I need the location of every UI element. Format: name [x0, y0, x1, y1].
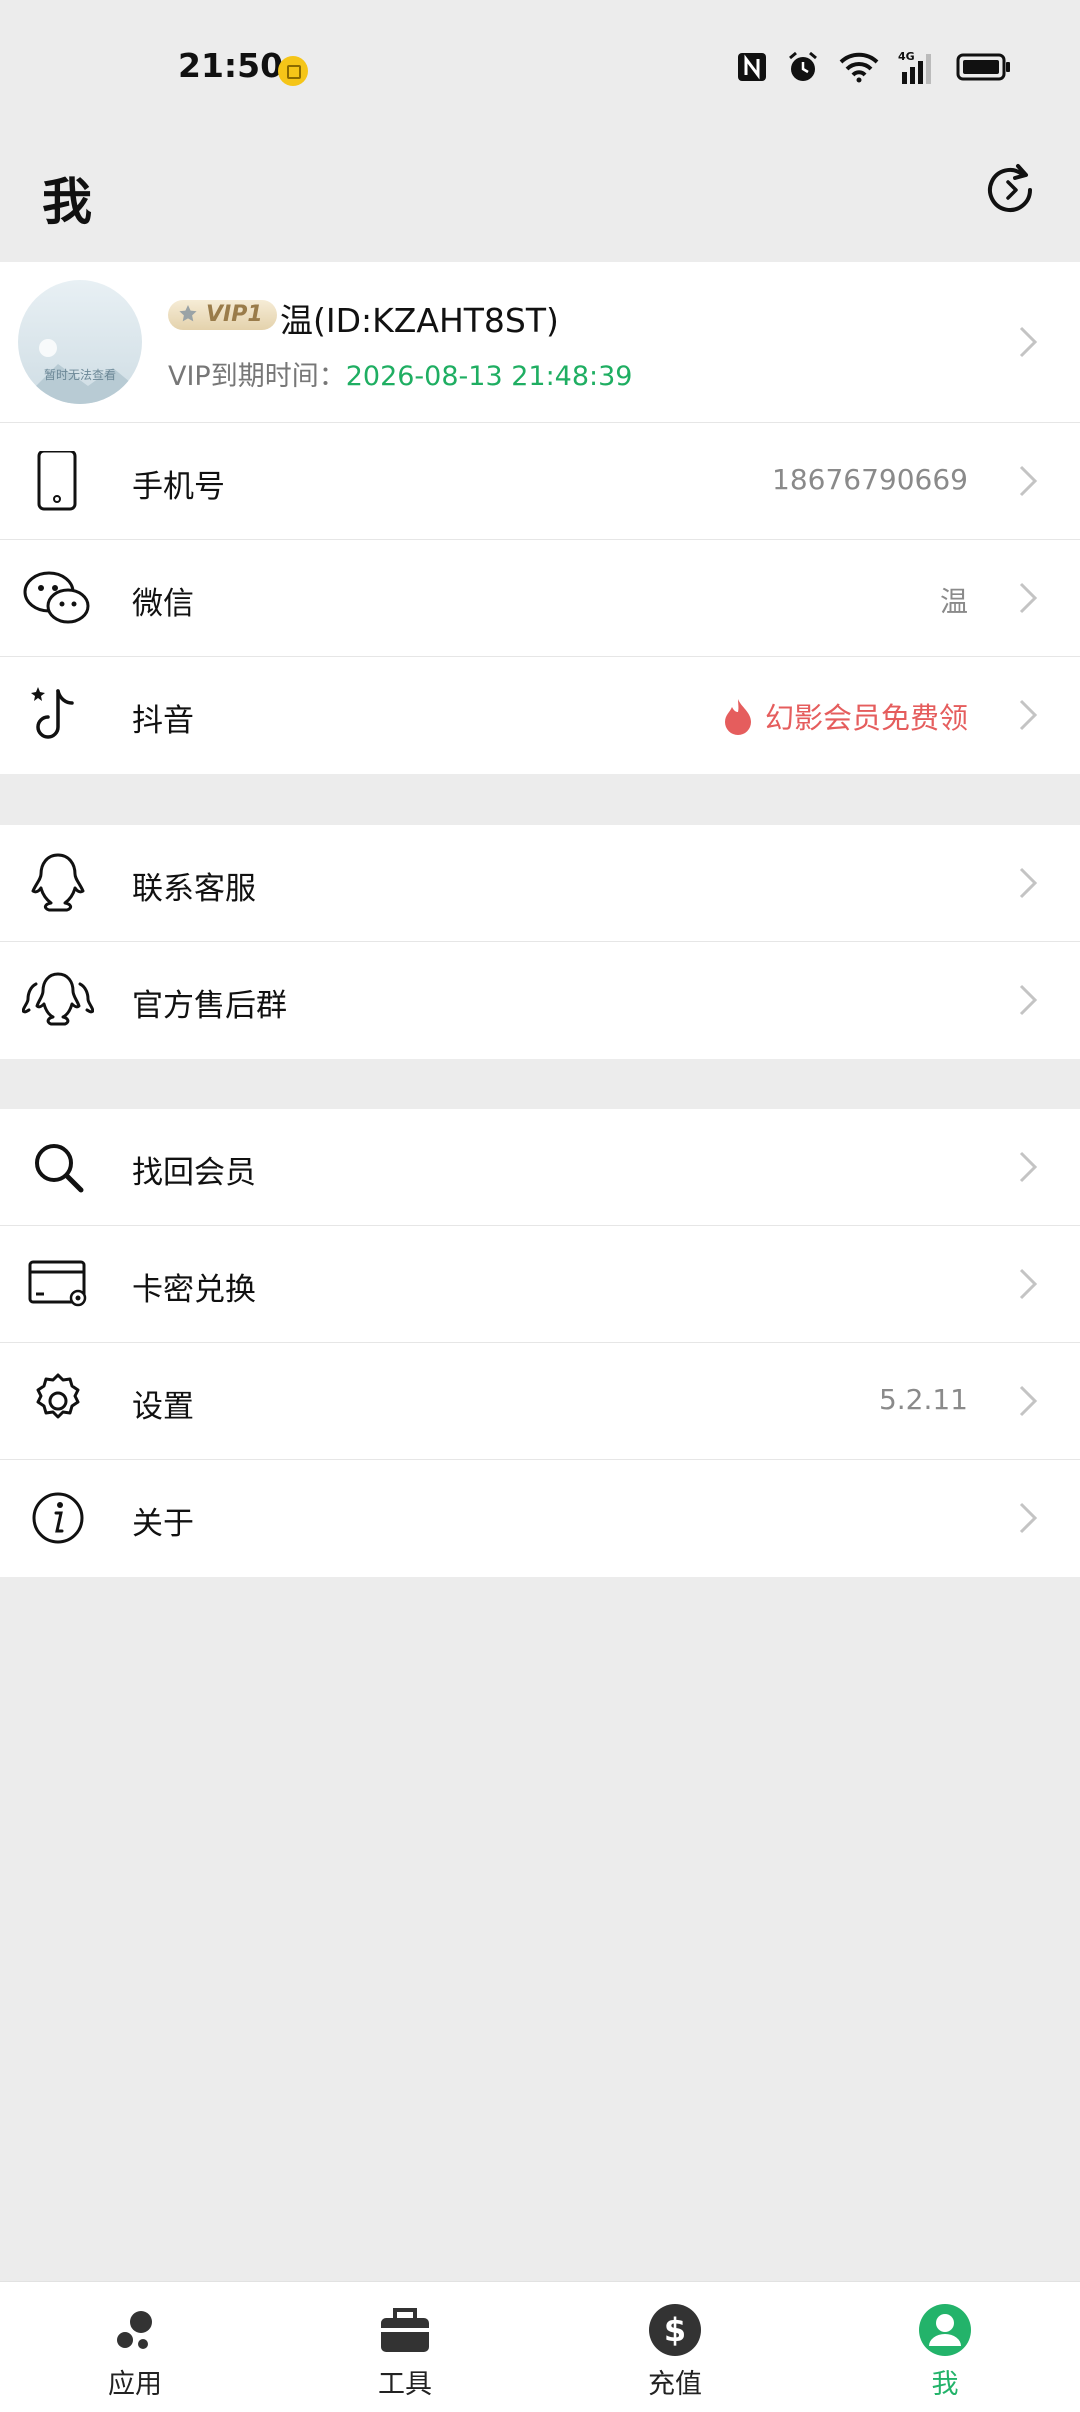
- svg-text:4G: 4G: [898, 50, 915, 63]
- flame-icon: [724, 699, 751, 735]
- vip-expire-label: VIP到期时间：: [168, 361, 346, 392]
- row-label: 微信: [132, 586, 194, 622]
- row-card-redeem[interactable]: 卡密兑换: [0, 1226, 1080, 1343]
- row-settings[interactable]: 设置 5.2.11: [0, 1343, 1080, 1460]
- toolbox-icon: [381, 2308, 429, 2352]
- tab-me[interactable]: 我: [875, 2302, 1015, 2412]
- dollar-icon: $: [649, 2304, 701, 2356]
- promo-text: 幻影会员免费领: [764, 701, 968, 735]
- wechat-icon: [23, 571, 90, 624]
- row-phone[interactable]: 手机号 18676790669: [0, 423, 1080, 540]
- row-douyin[interactable]: 抖音 幻影会员免费领: [0, 657, 1080, 773]
- row-label: 官方售后群: [132, 988, 287, 1024]
- chevron-right-icon: [1019, 1151, 1038, 1183]
- chevron-right-icon: [1019, 465, 1038, 497]
- star-icon: [179, 305, 197, 322]
- svg-text:$: $: [664, 2311, 686, 2349]
- chevron-right-icon: [1019, 984, 1038, 1016]
- wifi-icon: [839, 52, 879, 83]
- account-section: 手机号 18676790669 微信 温 抖音 幻影会员免费领: [0, 423, 1080, 774]
- gear-icon: [36, 1373, 80, 1419]
- row-label: 找回会员: [132, 1155, 256, 1191]
- status-icons: 4G: [736, 50, 1012, 84]
- row-aftersale-group[interactable]: 官方售后群: [0, 942, 1080, 1058]
- apps-icon: [117, 2311, 152, 2349]
- row-label: 手机号: [132, 469, 225, 505]
- vip-expire-date: 2026-08-13 21:48:39: [345, 361, 633, 392]
- tab-tools[interactable]: 工具: [335, 2302, 475, 2412]
- tab-label: 充值: [648, 2369, 702, 2400]
- douyin-promo: 幻影会员免费领: [723, 695, 968, 737]
- row-label: 设置: [132, 1389, 194, 1425]
- row-label: 关于: [132, 1506, 194, 1542]
- chevron-right-icon: [1019, 1385, 1038, 1417]
- tab-apps[interactable]: 应用: [65, 2302, 205, 2412]
- status-bar: 21:50 4G: [0, 0, 1080, 140]
- tab-label: 工具: [378, 2369, 432, 2400]
- chevron-right-icon: [1019, 867, 1038, 899]
- row-contact-service[interactable]: 联系客服: [0, 825, 1080, 942]
- coin-icon: [278, 56, 308, 86]
- tiktok-icon: [31, 687, 74, 739]
- chevron-right-icon: [1019, 699, 1038, 731]
- app-bar: 我: [0, 140, 1080, 262]
- chevron-right-icon: [1019, 582, 1038, 614]
- bottom-tab-bar: 应用 工具 $ 充值 我: [0, 2281, 1080, 2412]
- tab-label: 我: [931, 2369, 959, 2400]
- qq-group-icon: [22, 972, 94, 1026]
- tab-label: 应用: [108, 2369, 162, 2400]
- avatar: 暂时无法查看: [18, 280, 142, 404]
- user-name: 温(ID:KZAHT8ST): [280, 301, 559, 340]
- row-about[interactable]: 关于: [0, 1460, 1080, 1576]
- wechat-value: 温: [939, 585, 968, 618]
- row-label: 抖音: [132, 703, 194, 739]
- card-icon: [28, 1260, 87, 1307]
- row-label: 卡密兑换: [132, 1272, 256, 1308]
- vip-level: VIP1: [206, 302, 263, 327]
- vip-badge: VIP1: [168, 300, 277, 330]
- misc-section: 找回会员 卡密兑换 设置 5.2.11 关于: [0, 1109, 1080, 1577]
- tab-recharge[interactable]: $ 充值: [605, 2302, 745, 2412]
- support-section: 联系客服 官方售后群: [0, 825, 1080, 1059]
- alarm-icon: [789, 51, 817, 81]
- user-icon: [919, 2304, 971, 2356]
- qq-icon: [31, 853, 85, 912]
- page-title: 我: [42, 173, 92, 231]
- battery-icon: [956, 53, 1010, 81]
- chevron-right-icon: [1019, 326, 1038, 358]
- row-label: 联系客服: [132, 871, 256, 907]
- 4g-signal-icon: 4G: [898, 50, 931, 84]
- refresh-icon[interactable]: [978, 158, 1042, 222]
- avatar-placeholder-text: 暂时无法查看: [43, 368, 116, 382]
- info-icon: [32, 1492, 84, 1544]
- profile-card[interactable]: 暂时无法查看 VIP1 温(ID:KZAHT8ST) VIP到期时间：2026-…: [0, 262, 1080, 423]
- phone-icon: [37, 451, 77, 511]
- chevron-right-icon: [1019, 1268, 1038, 1300]
- row-wechat[interactable]: 微信 温: [0, 540, 1080, 657]
- status-time: 21:50: [178, 46, 284, 85]
- row-recover-vip[interactable]: 找回会员: [0, 1109, 1080, 1226]
- nfc-icon: [738, 53, 766, 81]
- version-value: 5.2.11: [878, 1383, 968, 1416]
- chevron-right-icon: [1019, 1502, 1038, 1534]
- phone-value: 18676790669: [772, 463, 968, 496]
- vip-expire: VIP到期时间：2026-08-13 21:48:39: [168, 354, 632, 393]
- search-icon: [35, 1144, 84, 1193]
